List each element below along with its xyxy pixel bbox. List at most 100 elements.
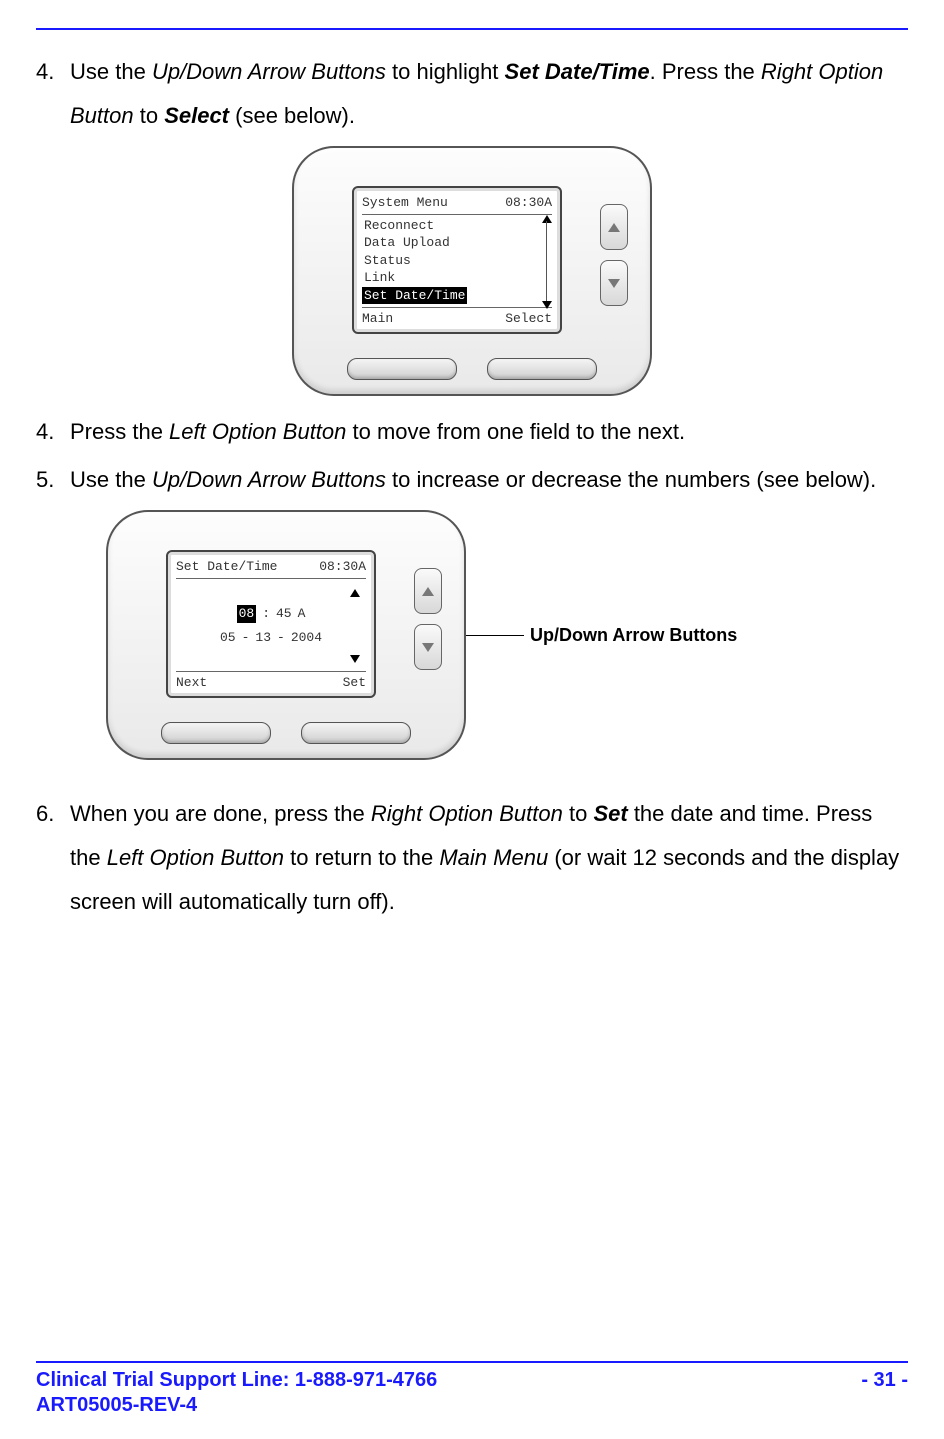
- figure-2-with-callout: Set Date/Time 08:30A 08 : 45 A 05: [106, 510, 737, 760]
- value-arrows: [350, 589, 360, 664]
- figure-1: System Menu 08:30A Reconnect Data Upload…: [36, 146, 908, 396]
- right-softkey-label: Select: [505, 310, 552, 328]
- instruction-list: 4. Use the Up/Down Arrow Buttons to high…: [36, 50, 908, 138]
- screen-footer: Next Set: [176, 671, 366, 692]
- time-row: 08 : 45 A: [176, 605, 366, 623]
- instruction-list-cont: 4. Press the Left Option Button to move …: [36, 410, 908, 502]
- instruction-list-end: 6. When you are done, press the Right Op…: [36, 792, 908, 924]
- page-footer: Clinical Trial Support Line: 1-888-971-4…: [36, 1361, 908, 1417]
- step-body: Use the Up/Down Arrow Buttons to increas…: [70, 458, 908, 502]
- ampm-field: A: [298, 605, 306, 623]
- decrease-arrow-icon: [350, 655, 360, 663]
- text-italic: Up/Down Arrow Buttons: [152, 59, 386, 84]
- month-field: 05: [220, 629, 236, 647]
- device-illustration-1: System Menu 08:30A Reconnect Data Upload…: [292, 146, 652, 396]
- step-4a: 4. Use the Up/Down Arrow Buttons to high…: [36, 50, 908, 138]
- text: to move from one field to the next.: [346, 419, 685, 444]
- text: to return to the: [284, 845, 439, 870]
- down-arrow-button: [414, 624, 442, 670]
- date-row: 05 - 13 - 2004: [176, 629, 366, 647]
- support-line: Clinical Trial Support Line: 1-888-971-4…: [36, 1369, 437, 1392]
- step-5: 5. Use the Up/Down Arrow Buttons to incr…: [36, 458, 908, 502]
- minute-field: 45: [276, 605, 292, 623]
- callout-leader-line: [462, 635, 524, 636]
- text: to: [134, 103, 165, 128]
- text-italic: Up/Down Arrow Buttons: [152, 467, 386, 492]
- scroll-down-icon: [542, 301, 552, 309]
- text: . Press the: [650, 59, 761, 84]
- hour-field-highlighted: 08: [237, 605, 257, 623]
- year-field: 2004: [291, 629, 322, 647]
- text: Use the: [70, 59, 152, 84]
- left-option-button: [161, 722, 271, 744]
- side-buttons: [600, 204, 630, 306]
- step-body: Use the Up/Down Arrow Buttons to highlig…: [70, 50, 908, 138]
- device-screen-2: Set Date/Time 08:30A 08 : 45 A 05: [166, 550, 376, 698]
- right-option-button: [301, 722, 411, 744]
- screen-clock: 08:30A: [505, 194, 552, 212]
- step-number: 5.: [36, 458, 70, 502]
- text-italic: Main Menu: [439, 845, 548, 870]
- text: to increase or decrease the numbers (see…: [386, 467, 876, 492]
- chevron-up-icon: [422, 587, 434, 596]
- text: (see below).: [229, 103, 355, 128]
- text-bold-italic: Set Date/Time: [505, 59, 650, 84]
- right-option-button: [487, 358, 597, 380]
- step-6: 6. When you are done, press the Right Op…: [36, 792, 908, 924]
- bottom-soft-buttons: [294, 358, 650, 380]
- up-arrow-button: [414, 568, 442, 614]
- text: to highlight: [386, 59, 505, 84]
- down-arrow-button: [600, 260, 628, 306]
- text-bold-italic: Select: [164, 103, 229, 128]
- text: Use the: [70, 467, 152, 492]
- spacer: [36, 774, 908, 792]
- callout-label: Up/Down Arrow Buttons: [530, 617, 737, 653]
- chevron-down-icon: [422, 643, 434, 652]
- menu-list: Reconnect Data Upload Status Link Set Da…: [362, 217, 552, 308]
- left-softkey-label: Main: [362, 310, 393, 328]
- screen-header: System Menu 08:30A: [362, 194, 552, 214]
- document-id: ART05005-REV-4: [36, 1394, 437, 1417]
- menu-item: Reconnect: [362, 217, 552, 235]
- step-4b: 4. Press the Left Option Button to move …: [36, 410, 908, 454]
- menu-item-selected: Set Date/Time: [362, 287, 467, 305]
- page-top-rule: [36, 28, 908, 30]
- increase-arrow-icon: [350, 589, 360, 597]
- page-content: 4. Use the Up/Down Arrow Buttons to high…: [36, 50, 908, 924]
- datetime-editor: 08 : 45 A 05 - 13 - 2004: [176, 581, 366, 672]
- text: Press the: [70, 419, 169, 444]
- scroll-track: [546, 221, 548, 304]
- dash: -: [242, 629, 250, 647]
- menu-item: Status: [362, 252, 552, 270]
- screen-clock: 08:30A: [319, 558, 366, 576]
- right-softkey-label: Set: [343, 674, 366, 692]
- left-softkey-label: Next: [176, 674, 207, 692]
- left-option-button: [347, 358, 457, 380]
- text-bold-italic: Set: [593, 801, 627, 826]
- screen-footer: Main Select: [362, 307, 552, 328]
- scrollbar: [542, 217, 552, 308]
- footer-left: Clinical Trial Support Line: 1-888-971-4…: [36, 1369, 437, 1417]
- menu-item: Link: [362, 269, 552, 287]
- text-italic: Left Option Button: [169, 419, 346, 444]
- figure-2-row: Set Date/Time 08:30A 08 : 45 A 05: [36, 510, 908, 760]
- colon: :: [262, 605, 270, 623]
- device-illustration-2: Set Date/Time 08:30A 08 : 45 A 05: [106, 510, 466, 760]
- divider: [362, 214, 552, 215]
- screen-title: System Menu: [362, 194, 448, 212]
- dash: -: [277, 629, 285, 647]
- step-number: 6.: [36, 792, 70, 836]
- step-body: When you are done, press the Right Optio…: [70, 792, 908, 924]
- text-italic: Right Option Button: [371, 801, 563, 826]
- chevron-down-icon: [608, 279, 620, 288]
- day-field: 13: [255, 629, 271, 647]
- side-buttons: [414, 568, 444, 670]
- screen-title: Set Date/Time: [176, 558, 277, 576]
- step-body: Press the Left Option Button to move fro…: [70, 410, 908, 454]
- page-number: - 31 -: [861, 1369, 908, 1417]
- menu-item: Data Upload: [362, 234, 552, 252]
- text-italic: Left Option Button: [107, 845, 284, 870]
- step-number: 4.: [36, 50, 70, 94]
- text: When you are done, press the: [70, 801, 371, 826]
- chevron-up-icon: [608, 223, 620, 232]
